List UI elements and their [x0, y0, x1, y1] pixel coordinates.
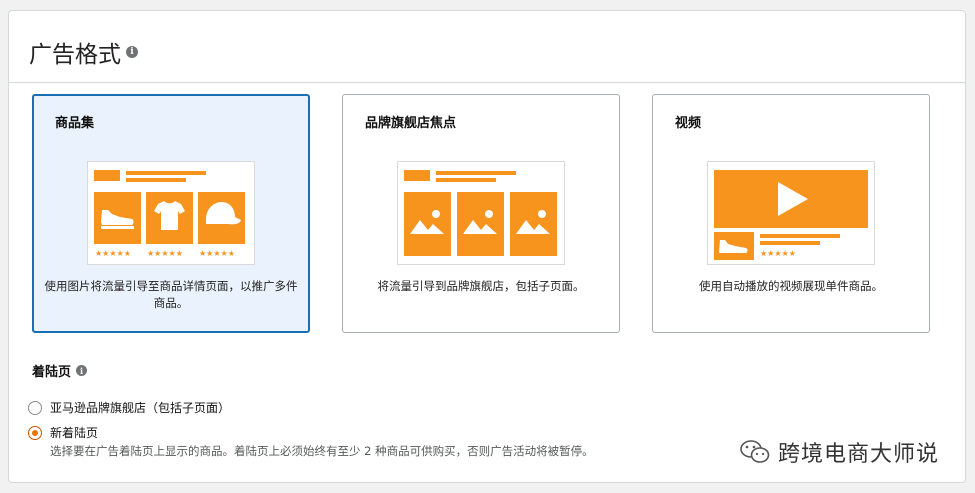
ad-format-card-video[interactable]: 视频 ★★★★★ 使用自动播放的视频展现单件商品。	[652, 94, 930, 333]
card-description: 使用图片将流量引导至商品详情页面，以推广多件商品。	[44, 279, 298, 310]
rating-stars: ★★★★★	[147, 249, 183, 258]
wechat-icon	[740, 440, 770, 463]
landing-page-label: 着陆页 i	[32, 361, 88, 380]
section-title-text: 广告格式	[29, 42, 121, 68]
card-title: 商品集	[55, 116, 95, 131]
section-title: 广告格式 i	[29, 35, 138, 69]
product-collection-icon: ★★★★★ ★★★★★ ★★★★★	[94, 170, 245, 258]
video-illustration: ★★★★★	[707, 161, 875, 265]
radio-amazon-store[interactable]: 亚马逊品牌旗舰店（包括子页面）	[28, 399, 230, 416]
card-description: 使用自动播放的视频展现单件商品。	[699, 279, 883, 293]
radio-label: 亚马逊品牌旗舰店（包括子页面）	[50, 401, 231, 415]
info-icon[interactable]: i	[126, 46, 138, 58]
landing-page-label-text: 着陆页	[32, 365, 72, 380]
landing-page-hint: 选择要在广告着陆页上显示的商品。着陆页上必须始终有至少 2 种商品可供购买，否则…	[50, 444, 594, 458]
radio-new-landing-page[interactable]: 新着陆页	[28, 424, 98, 441]
store-spotlight-icon	[404, 170, 557, 256]
rating-stars: ★★★★★	[760, 249, 796, 258]
radio-button[interactable]	[28, 400, 42, 415]
card-title: 品牌旗舰店焦点	[365, 116, 457, 131]
product-collection-illustration: ★★★★★ ★★★★★ ★★★★★	[87, 161, 255, 265]
radio-label: 新着陆页	[50, 426, 99, 440]
watermark-text: 跨境电商大师说	[778, 442, 940, 467]
panel-header: 广告格式 i	[9, 11, 965, 83]
card-description: 将流量引导到品牌旗舰店，包括子页面。	[377, 279, 585, 293]
watermark: 跨境电商大师说	[740, 436, 939, 468]
video-play-icon: ★★★★★	[714, 170, 868, 260]
rating-stars: ★★★★★	[199, 249, 235, 258]
radio-button[interactable]	[28, 425, 42, 440]
store-spotlight-illustration	[397, 161, 565, 265]
ad-format-card-product-collection[interactable]: 商品集 ★★★★★ ★★★★★ ★★★★★ 使用图片将流量引导至商品详情页面，以…	[32, 94, 310, 333]
rating-stars: ★★★★★	[95, 249, 131, 258]
ad-format-card-store-spotlight[interactable]: 品牌旗舰店焦点 将流量引导到品牌旗舰店，包括子页面。	[342, 94, 620, 333]
card-title: 视频	[675, 116, 702, 131]
info-icon[interactable]: i	[76, 365, 88, 376]
